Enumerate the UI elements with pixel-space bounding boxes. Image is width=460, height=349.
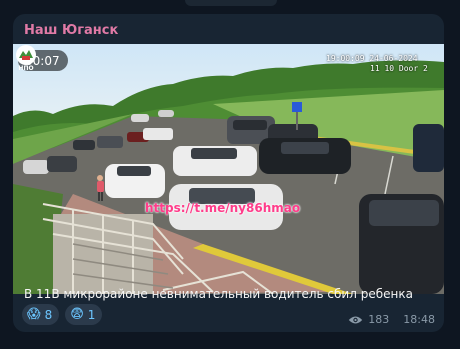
post-meta: 183 18:48 [348,313,435,326]
top-tab [185,0,277,6]
reaction-count: 1 [87,307,96,322]
camera-label: 11 10 Door 2 [370,64,428,73]
fearful-emoji-icon: 😨 [70,307,84,322]
scream-emoji-icon: 😱 [27,307,41,322]
eye-icon [349,316,363,323]
view-count: 183 [368,313,390,326]
video-frame [13,44,444,294]
channel-watermark: https://t.me/ny86hmao [145,201,301,215]
reactions-bar: 😱 8 😨 1 [22,304,103,325]
camera-logo-text: НПО [18,65,33,72]
reaction-scream[interactable]: 😱 8 [22,304,60,325]
camera-logo-icon: НПО [16,45,36,72]
video-player[interactable]: 00:07 19:00:09 24-06-2024 11 10 Door 2 Н… [13,44,444,294]
channel-name[interactable]: Наш Юганск [24,23,118,38]
reaction-fearful[interactable]: 😨 1 [65,304,103,325]
post-caption: В 11В микрорайоне невнимательный водител… [24,287,413,301]
reaction-count: 8 [44,307,53,322]
post-time: 18:48 [403,313,435,326]
message-bubble[interactable]: Наш Юганск 00:07 19:00:09 24-06-2024 11 … [13,14,444,332]
camera-timestamp: 19:00:09 24-06-2024 11 10 Door 2 [326,54,428,74]
camera-datetime: 19:00:09 24-06-2024 [326,54,418,63]
